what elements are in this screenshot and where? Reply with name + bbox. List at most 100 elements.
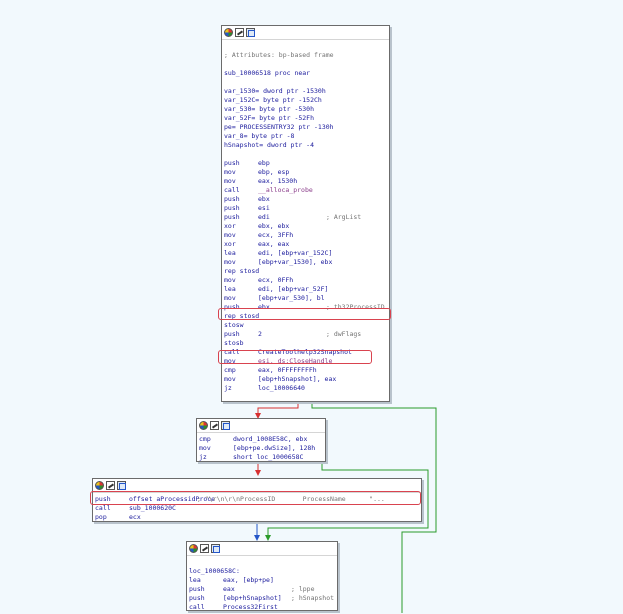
- instruction-line: rep stosd: [224, 267, 387, 276]
- instruction-line: cmp eax, 0FFFFFFFFh: [224, 366, 387, 375]
- instruction-line: call __alloca_probe: [224, 186, 387, 195]
- instruction-line: mov ecx, 0FFh: [224, 276, 387, 285]
- instruction-line: lea edi, [ebp+var_52F]: [224, 285, 387, 294]
- pencil-icon[interactable]: [106, 481, 115, 490]
- label-text[interactable]: var_152C= byte ptr -152Ch: [224, 96, 322, 104]
- operand[interactable]: [ebp+hSnapshot], eax: [258, 375, 336, 384]
- graph-icon[interactable]: [221, 421, 230, 430]
- edge-arrow: [255, 470, 261, 476]
- label-line: var_52F= byte ptr -52Fh: [224, 114, 387, 123]
- operand[interactable]: ecx, 3FFh: [258, 231, 293, 240]
- block-body: ; Attributes: bp-based frame sub_10006518…: [222, 40, 389, 395]
- operand[interactable]: sub_1000620C: [129, 504, 176, 513]
- label-text[interactable]: pe= PROCESSENTRY32 ptr -130h: [224, 123, 334, 131]
- operand[interactable]: eax, [ebp+pe]: [223, 576, 274, 585]
- graph-icon[interactable]: [246, 28, 255, 37]
- graph-icon[interactable]: [211, 544, 220, 553]
- label-line: sub_10006518 proc near: [224, 69, 387, 78]
- mnemonic: lea: [224, 249, 236, 257]
- operand[interactable]: ebx: [258, 195, 270, 204]
- operand[interactable]: ebx, ebx: [258, 222, 289, 231]
- code-block-cmp-dword[interactable]: cmp dword_1008E58C, ebx mov [ebp+pe.dwSize]…: [196, 418, 326, 462]
- operand[interactable]: [ebp+pe.dwSize], 128h: [233, 444, 315, 453]
- code-block-sub_10006518[interactable]: ; Attributes: bp-based frame sub_10006518…: [221, 25, 390, 402]
- mnemonic: jz: [199, 453, 207, 461]
- inline-comment: ; dwFlags: [326, 330, 362, 338]
- label-line: var_152C= byte ptr -152Ch: [224, 96, 387, 105]
- mnemonic: mov: [199, 444, 211, 452]
- graph-icon[interactable]: [117, 481, 126, 490]
- label-text[interactable]: sub_10006518 proc near: [224, 69, 310, 77]
- mnemonic: mov: [224, 231, 236, 239]
- operand[interactable]: eax, eax: [258, 240, 289, 249]
- mnemonic: stosb: [224, 339, 244, 347]
- color-icon[interactable]: [199, 421, 208, 430]
- instruction-line: call Process32First: [189, 603, 335, 612]
- block-titlebar: [197, 419, 325, 433]
- label-line: var_8= byte ptr -8: [224, 132, 387, 141]
- operand[interactable]: edi, [ebp+var_152C]: [258, 249, 332, 258]
- operand[interactable]: esi: [258, 204, 270, 213]
- label-text[interactable]: var_52F= byte ptr -52Fh: [224, 114, 314, 122]
- operand[interactable]: ecx, 0FFh: [258, 276, 293, 285]
- label-text[interactable]: var_530= byte ptr -530h: [224, 105, 314, 113]
- label-text[interactable]: hSnapshot= dword ptr -4: [224, 141, 314, 149]
- operand[interactable]: dword_1008E58C, ebx: [233, 435, 307, 444]
- instruction-line: xor eax, eax: [224, 240, 387, 249]
- comment-line: ; Attributes: bp-based frame: [224, 51, 387, 60]
- mnemonic: mov: [224, 375, 236, 383]
- instruction-line: mov [ebp+var_530], bl: [224, 294, 387, 303]
- operand[interactable]: edi: [258, 213, 270, 222]
- mnemonic: push: [224, 195, 240, 203]
- mnemonic: rep stosd: [224, 267, 260, 275]
- operand[interactable]: eax, 1530h: [258, 177, 297, 186]
- instruction-line: lea eax, [ebp+pe]: [189, 576, 335, 585]
- instruction-line: push [ebp+hSnapshot] ; hSnapshot: [189, 594, 335, 603]
- operand[interactable]: short loc_1000658C: [233, 453, 303, 462]
- instruction-line: mov ebp, esp: [224, 168, 387, 177]
- pencil-icon[interactable]: [200, 544, 209, 553]
- color-icon[interactable]: [189, 544, 198, 553]
- label-text[interactable]: var_1530= dword ptr -1530h: [224, 87, 326, 95]
- label-line: var_530= byte ptr -530h: [224, 105, 387, 114]
- operand[interactable]: ebp: [258, 159, 270, 168]
- graph-view[interactable]: ; Attributes: bp-based frame sub_10006518…: [0, 0, 623, 613]
- mnemonic: xor: [224, 240, 236, 248]
- instruction-line: push edi ; ArgList: [224, 213, 387, 222]
- mnemonic: push: [224, 159, 240, 167]
- color-icon[interactable]: [224, 28, 233, 37]
- pencil-icon[interactable]: [235, 28, 244, 37]
- mnemonic: lea: [189, 576, 201, 584]
- mnemonic: mov: [224, 168, 236, 176]
- operand[interactable]: eax, 0FFFFFFFFh: [258, 366, 317, 375]
- instruction-line: lea edi, [ebp+var_152C]: [224, 249, 387, 258]
- instruction-line: xor ebx, ebx: [224, 222, 387, 231]
- color-icon[interactable]: [95, 481, 104, 490]
- operand[interactable]: loc_10006640: [258, 384, 305, 393]
- label-text[interactable]: loc_1000658C:: [189, 567, 240, 575]
- operand[interactable]: [ebp+var_1530], ebx: [258, 258, 332, 267]
- operand[interactable]: ecx: [129, 513, 141, 522]
- instruction-line: mov [ebp+var_1530], ebx: [224, 258, 387, 267]
- operand[interactable]: 2: [258, 330, 262, 339]
- operand[interactable]: [ebp+hSnapshot]: [223, 594, 282, 603]
- pencil-icon[interactable]: [210, 421, 219, 430]
- instruction-line: stosb: [224, 339, 387, 348]
- operand[interactable]: Process32First: [223, 603, 278, 612]
- operand[interactable]: edi, [ebp+var_52F]: [258, 285, 328, 294]
- mnemonic: mov: [224, 258, 236, 266]
- operand[interactable]: ebp, esp: [258, 168, 289, 177]
- comment-text: ; Attributes: bp-based frame: [224, 51, 334, 59]
- label-text[interactable]: var_8= byte ptr -8: [224, 132, 294, 140]
- operand[interactable]: [ebp+var_530], bl: [258, 294, 325, 303]
- inline-comment: ; ArgList: [326, 213, 362, 221]
- mnemonic: call: [224, 186, 240, 194]
- operand[interactable]: __alloca_probe: [258, 186, 313, 195]
- operand[interactable]: eax: [223, 585, 235, 594]
- instruction-line: mov [ebp+pe.dwSize], 128h: [199, 444, 323, 453]
- code-block-loc_1000658C[interactable]: loc_1000658C: lea eax, [ebp+pe] push eax ; lp…: [186, 541, 338, 611]
- instruction-line: cmp dword_1008E58C, ebx: [199, 435, 323, 444]
